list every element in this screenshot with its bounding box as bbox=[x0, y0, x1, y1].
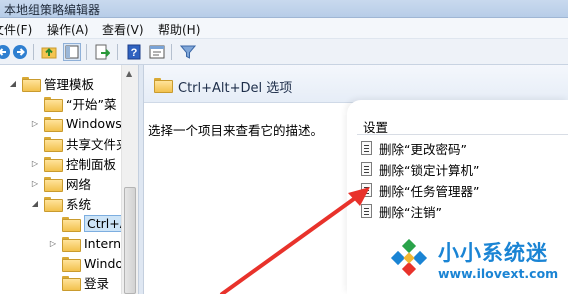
window-title: 本地组策略编辑器 bbox=[4, 3, 101, 17]
svg-text:?: ? bbox=[131, 47, 138, 59]
setting-label: 删除“更改密码” bbox=[379, 141, 467, 157]
menu-bar: 文件(F) 操作(A) 查看(V) 帮助(H) bbox=[0, 18, 568, 39]
setting-remove-logoff[interactable]: 删除“注销” bbox=[361, 201, 442, 221]
watermark-logo: 小小系统迷 www.ilovext.com bbox=[380, 233, 568, 293]
tree-item-shared-folders[interactable]: 共享文件夹 bbox=[30, 133, 129, 153]
collapse-icon[interactable]: ◢ bbox=[30, 199, 40, 208]
collapse-icon[interactable]: ◢ bbox=[8, 79, 18, 88]
policy-setting-icon bbox=[361, 204, 372, 218]
setting-label: 删除“注销” bbox=[379, 204, 442, 220]
tree-item-control-panel[interactable]: ▷ 控制面板 bbox=[30, 153, 116, 173]
tree-item-admin-templates[interactable]: ◢ 管理模板 bbox=[8, 73, 94, 93]
folder-icon bbox=[44, 156, 63, 172]
expand-icon[interactable]: ▷ bbox=[48, 239, 58, 248]
toolbar-separator bbox=[86, 44, 87, 60]
folder-icon bbox=[22, 76, 41, 92]
folder-icon bbox=[62, 216, 81, 232]
tree-item-network[interactable]: ▷ 网络 bbox=[30, 173, 91, 193]
tree-item-label: Intern bbox=[84, 235, 122, 251]
details-title: Ctrl+Alt+Del 选项 bbox=[178, 81, 293, 96]
tree-item-windows[interactable]: ▷ Windows bbox=[30, 113, 122, 133]
watermark-url: www.ilovext.com bbox=[438, 266, 559, 281]
show-hide-tree-icon[interactable] bbox=[63, 43, 81, 61]
tree-item-label: 登录 bbox=[84, 275, 110, 291]
scroll-thumb[interactable] bbox=[124, 187, 136, 294]
tree-item-label: Windows bbox=[66, 115, 122, 131]
toolbar-separator bbox=[171, 44, 172, 60]
menu-action[interactable]: 操作(A) bbox=[47, 21, 89, 38]
column-header-setting[interactable]: 设置 bbox=[357, 115, 568, 135]
description-text: 选择一个项目来查看它的描述。 bbox=[148, 123, 324, 138]
tree-item-windows-sub[interactable]: Windo bbox=[48, 253, 123, 273]
setting-label: 删除“锁定计算机” bbox=[379, 162, 480, 178]
properties-icon[interactable] bbox=[148, 43, 166, 61]
help-icon[interactable]: ? bbox=[125, 43, 143, 61]
tree-item-label: Windo bbox=[84, 255, 124, 271]
brand-mark-icon bbox=[390, 239, 428, 277]
menu-view[interactable]: 查看(V) bbox=[102, 21, 144, 38]
policy-setting-icon bbox=[361, 183, 372, 197]
toolbar-separator bbox=[33, 44, 34, 60]
tree-item-label: 控制面板 bbox=[66, 156, 117, 172]
title-bar: 本地组策略编辑器 bbox=[0, 0, 568, 18]
folder-icon bbox=[44, 196, 63, 212]
tree-item-label: 系统 bbox=[66, 196, 92, 212]
toolbar: ? bbox=[0, 39, 568, 65]
forward-icon[interactable] bbox=[11, 43, 29, 61]
tree-item-internet[interactable]: ▷ Intern bbox=[48, 233, 121, 253]
menu-file[interactable]: 文件(F) bbox=[0, 21, 32, 38]
policy-setting-icon bbox=[361, 162, 372, 176]
setting-remove-lock-computer[interactable]: 删除“锁定计算机” bbox=[361, 159, 479, 179]
tree-item-label: 管理模板 bbox=[44, 76, 95, 92]
filter-icon[interactable] bbox=[179, 43, 197, 61]
expand-icon[interactable]: ▷ bbox=[30, 179, 40, 188]
tree-item-logon[interactable]: 登录 bbox=[48, 272, 109, 292]
details-header: Ctrl+Alt+Del 选项 bbox=[144, 65, 568, 103]
navigation-tree: ◢ 管理模板 “开始”菜 ▷ Windows 共享文件夹 ▷ 控制面板 ▷ 网络… bbox=[0, 65, 138, 294]
folder-icon bbox=[44, 116, 63, 132]
tree-item-label: 网络 bbox=[66, 176, 92, 192]
expand-icon[interactable]: ▷ bbox=[30, 159, 40, 168]
setting-label: 删除“任务管理器” bbox=[379, 183, 480, 199]
setting-remove-change-password[interactable]: 删除“更改密码” bbox=[361, 138, 467, 158]
menu-help[interactable]: 帮助(H) bbox=[158, 21, 200, 38]
tree-item-system[interactable]: ◢ 系统 bbox=[30, 193, 91, 213]
toolbar-separator bbox=[117, 44, 118, 60]
expand-icon[interactable]: ▷ bbox=[30, 119, 40, 128]
export-list-icon[interactable] bbox=[93, 43, 111, 61]
up-folder-icon[interactable] bbox=[40, 43, 58, 61]
tree-item-label: 共享文件夹 bbox=[66, 136, 129, 152]
watermark-name: 小小系统迷 bbox=[438, 241, 548, 265]
folder-icon bbox=[44, 176, 63, 192]
folder-icon bbox=[44, 136, 63, 152]
tree-item-start-menu[interactable]: “开始”菜 bbox=[30, 93, 116, 113]
tree-scrollbar[interactable]: ▲ bbox=[121, 65, 138, 294]
scroll-up-icon[interactable]: ▲ bbox=[126, 69, 132, 78]
tree-item-label: “开始”菜 bbox=[66, 96, 117, 112]
folder-icon bbox=[62, 256, 81, 272]
setting-remove-task-manager[interactable]: 删除“任务管理器” bbox=[361, 180, 479, 200]
folder-icon bbox=[44, 96, 63, 112]
folder-icon bbox=[154, 78, 173, 93]
policy-setting-icon bbox=[361, 141, 372, 155]
folder-icon bbox=[62, 236, 81, 252]
folder-icon bbox=[62, 275, 81, 291]
